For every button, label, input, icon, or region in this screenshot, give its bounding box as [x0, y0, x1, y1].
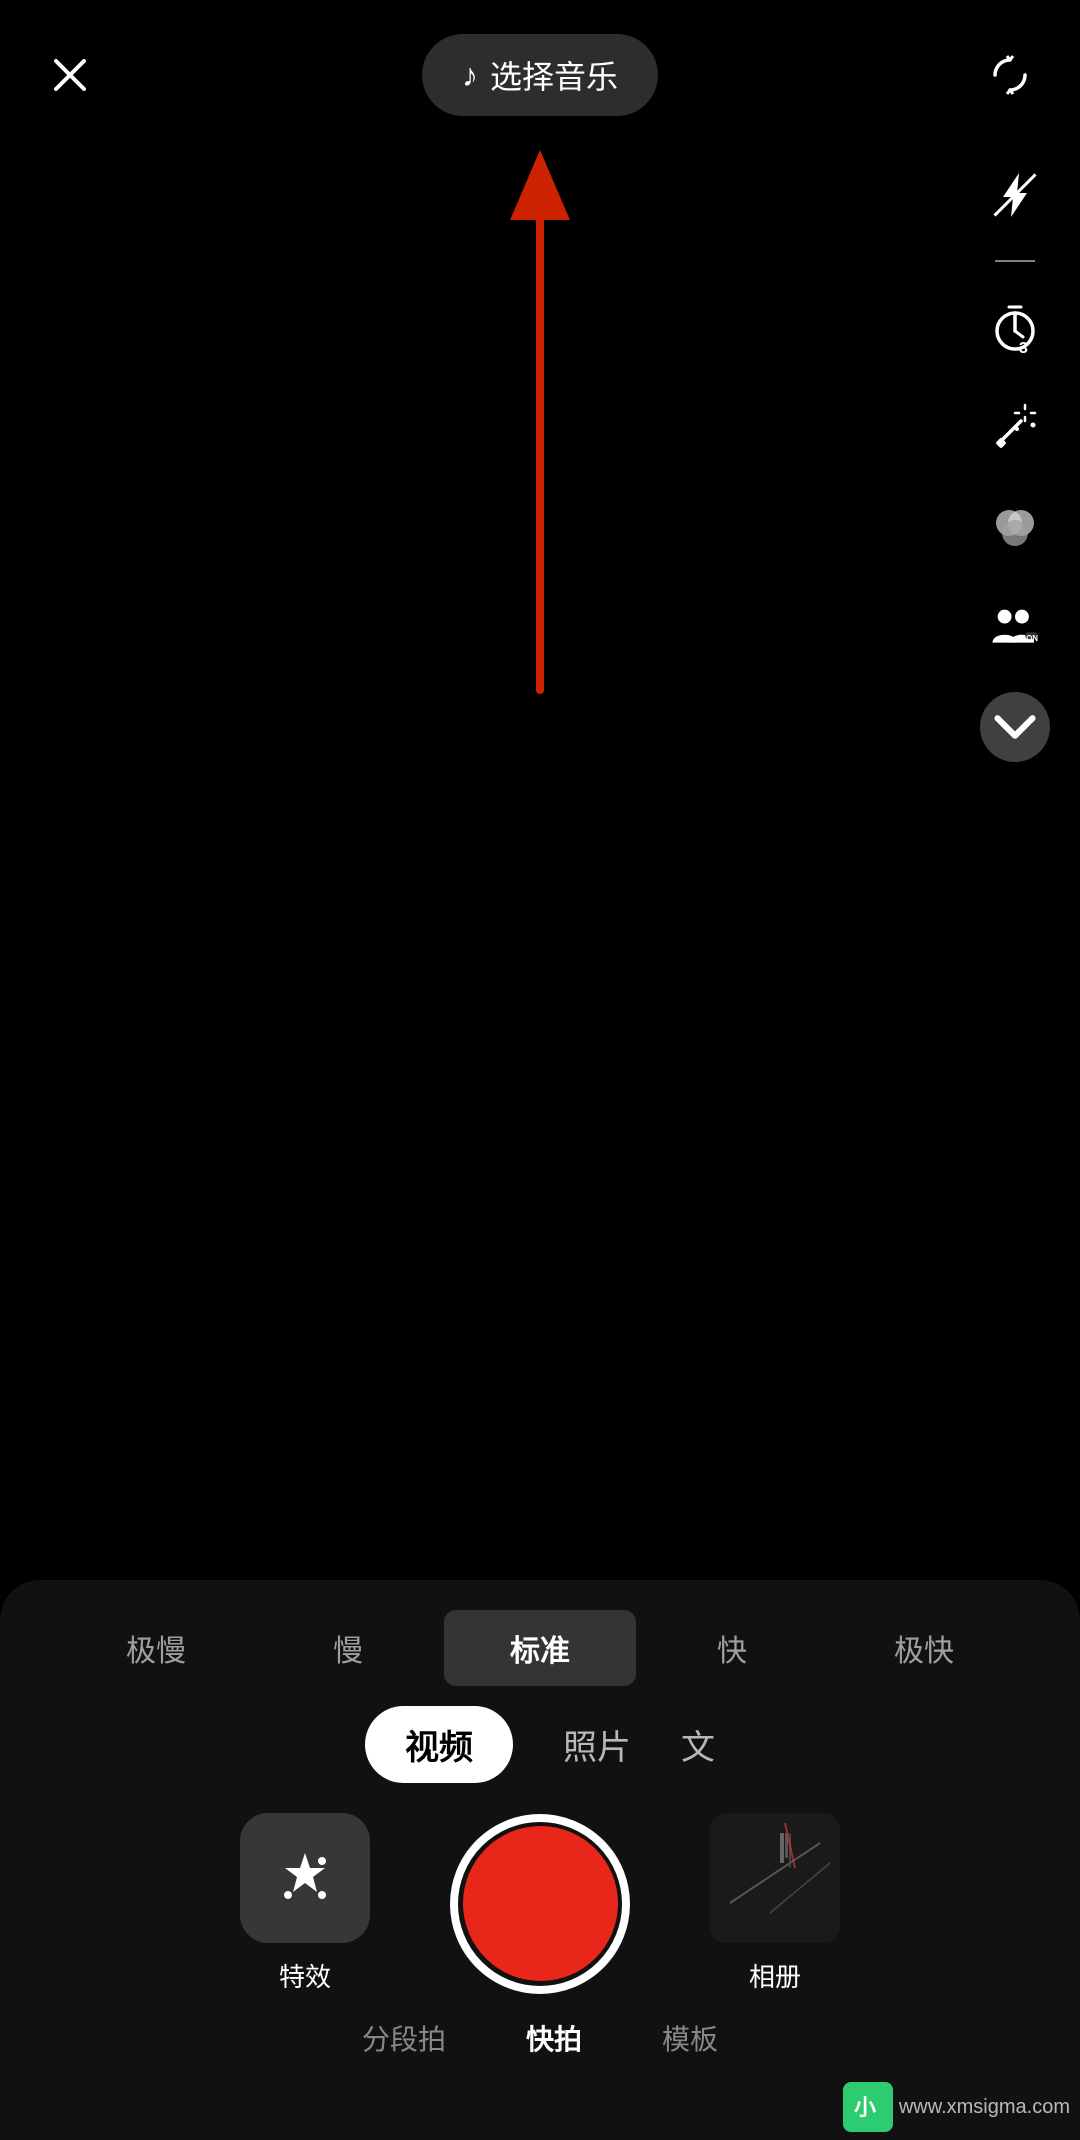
shutter-row: 特效 相册 [0, 1813, 1080, 1994]
album-button[interactable]: 相册 [710, 1813, 840, 1994]
flip-camera-button[interactable] [980, 45, 1040, 105]
mode-text[interactable]: 文 [681, 1720, 715, 1769]
speed-very-slow[interactable]: 极慢 [60, 1610, 252, 1686]
arrow-indicator [490, 130, 590, 710]
top-bar: ♪ 选择音乐 [0, 0, 1080, 120]
speed-very-fast[interactable]: 极快 [828, 1610, 1020, 1686]
speed-fast[interactable]: 快 [636, 1610, 828, 1686]
speed-slow[interactable]: 慢 [252, 1610, 444, 1686]
close-button[interactable] [40, 45, 100, 105]
duet-button[interactable]: ON [980, 592, 1050, 662]
nav-quick[interactable]: 快拍 [526, 2018, 582, 2058]
bottom-controls-area: 极慢 慢 标准 快 极快 视频 照片 文 特效 [0, 1580, 1080, 2140]
more-options-button[interactable] [980, 692, 1050, 762]
watermark-text: www.xmsigma.com [899, 2096, 1070, 2119]
effects-button[interactable]: 特效 [240, 1813, 370, 1994]
mode-video[interactable]: 视频 [365, 1706, 513, 1783]
svg-text:3: 3 [1019, 340, 1028, 353]
watermark-logo: 小 [843, 2082, 893, 2132]
mode-photo[interactable]: 照片 [563, 1720, 631, 1769]
flash-off-button[interactable] [980, 160, 1050, 230]
capture-mode-selector: 视频 照片 文 [365, 1706, 715, 1783]
svg-text:ON: ON [1026, 634, 1038, 643]
shutter-inner [463, 1826, 618, 1981]
album-label: 相册 [749, 1957, 801, 1994]
bottom-nav: 分段拍 快拍 模板 [362, 2018, 718, 2058]
shutter-button[interactable] [450, 1814, 630, 1994]
svg-text:小: 小 [854, 2095, 876, 2120]
music-select-button[interactable]: ♪ 选择音乐 [422, 34, 658, 116]
nav-template[interactable]: 模板 [662, 2018, 718, 2058]
timer-button[interactable]: 3 [980, 292, 1050, 362]
watermark: 小 www.xmsigma.com [843, 2082, 1070, 2132]
filter-button[interactable] [980, 492, 1050, 562]
speed-selector: 极慢 慢 标准 快 极快 [0, 1610, 1080, 1686]
album-thumbnail [710, 1813, 840, 1943]
right-sidebar: 3 ON [980, 160, 1050, 762]
effects-icon-box [240, 1813, 370, 1943]
nav-segment[interactable]: 分段拍 [362, 2018, 446, 2058]
music-button-label: 选择音乐 [490, 52, 618, 98]
effects-label: 特效 [279, 1957, 331, 1994]
sidebar-divider [995, 260, 1035, 262]
speed-normal[interactable]: 标准 [444, 1610, 636, 1686]
music-note-icon: ♪ [462, 57, 478, 94]
beauty-button[interactable] [980, 392, 1050, 462]
